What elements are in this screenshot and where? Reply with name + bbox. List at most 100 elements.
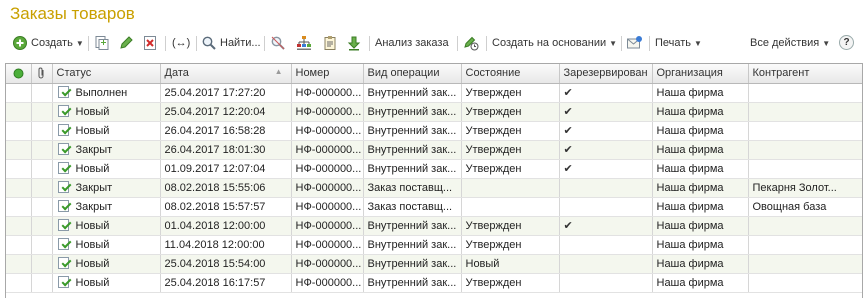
column-header-status[interactable]: Статус [52,64,161,84]
toolbar-divider [486,36,487,51]
operation-cell: Внутренний зак... [363,254,462,274]
cancel-search-button[interactable] [270,34,286,52]
date-cell: 08.02.2018 15:57:57 [160,197,292,217]
row-marker-cell [6,254,32,274]
status-cell: Закрыт [52,197,161,217]
status-value: Закрыт [75,200,113,213]
posted-document-icon [57,181,72,194]
column-header-counterparty[interactable]: Контрагент [748,64,862,84]
all-actions-button[interactable]: Все действия ▼ [750,34,830,52]
posted-document-icon [57,257,72,270]
table-row[interactable]: Закрыт 26.04.2017 18:01:30 НФ-000000... Вну… [6,140,862,160]
date-cell: 26.04.2017 16:58:28 [160,121,292,141]
toolbar-divider [165,36,166,51]
reserved-cell: ✔ [559,216,653,236]
organization-cell: Наша фирма [652,197,749,217]
column-header-number[interactable]: Номер [291,64,364,84]
reserved-cell [559,235,653,255]
create-button[interactable]: Создать ▼ [12,34,84,52]
row-attachment-cell [31,178,53,198]
edit-button[interactable] [118,34,134,52]
row-marker-cell [6,235,32,255]
operation-cell: Заказ поставщ... [363,178,462,198]
reserved-cell [559,254,653,274]
journal-button[interactable] [322,34,338,52]
status-value: Новый [75,219,110,232]
send-email-button[interactable] [626,34,642,52]
status-value: Выполнен [75,86,128,99]
toolbar-divider [88,36,89,51]
column-header-attachment[interactable] [31,64,53,84]
organization-cell: Наша фирма [652,121,749,141]
help-button[interactable]: ? [839,35,854,50]
operation-cell: Внутренний зак... [363,216,462,236]
state-cell: Утвержден [461,159,560,179]
column-header-organization[interactable]: Организация [652,64,749,84]
print-button[interactable]: Печать ▼ [655,34,702,52]
table-row[interactable]: Новый 25.04.2017 12:20:04 НФ-000000... Внут… [6,102,862,122]
row-marker-cell [6,159,32,179]
number-cell: НФ-000000... [291,178,364,198]
counterparty-cell: Овощная база [748,197,862,217]
orders-table: Статус Дата ▲ Номер Вид операции Состоян… [5,63,863,298]
number-cell: НФ-000000... [291,235,364,255]
column-header-icon[interactable] [6,64,32,84]
envelope-icon [627,36,642,49]
paperclip-icon [38,67,44,79]
order-analysis-button[interactable]: Анализ заказа [375,34,449,52]
organization-cell: Наша фирма [652,235,749,255]
number-cell: НФ-000000... [291,216,364,236]
row-attachment-cell [31,216,53,236]
column-header-operation[interactable]: Вид операции [363,64,462,84]
find-label: Найти... [220,37,261,49]
table-row[interactable]: Новый 25.04.2018 15:54:00 НФ-000000... Внут… [6,254,862,274]
number-cell: НФ-000000... [291,121,364,141]
state-cell: Новый [461,254,560,274]
copy-button[interactable] [94,34,110,52]
row-marker-cell [6,140,32,160]
counterparty-cell [748,159,862,179]
table-row[interactable]: Закрыт 08.02.2018 15:57:57 НФ-000000... Зак… [6,197,862,217]
state-cell: Утвержден [461,235,560,255]
delete-button[interactable] [142,34,158,52]
number-cell: НФ-000000... [291,140,364,160]
table-row[interactable]: Новый 11.04.2018 12:00:00 НФ-000000... Внут… [6,235,862,255]
status-cell: Новый [52,235,161,255]
column-header-reserved[interactable]: Зарезервирован [559,64,653,84]
operation-cell: Внутренний зак... [363,273,462,293]
table-row[interactable]: Закрыт 08.02.2018 15:55:06 НФ-000000... Зак… [6,178,862,198]
table-row[interactable]: Новый 01.04.2018 12:00:00 НФ-000000... Внут… [6,216,862,236]
status-value: Новый [75,124,110,137]
number-cell: НФ-000000... [291,159,364,179]
table-row[interactable]: Выполнен 25.04.2017 17:27:20 НФ-000000... В… [6,83,862,103]
post-button[interactable] [346,34,362,52]
table-row[interactable]: Новый 25.04.2018 16:17:57 НФ-000000... Внут… [6,273,862,293]
find-button[interactable]: Найти... [201,34,261,52]
table-row[interactable]: Новый 01.09.2017 12:07:04 НФ-000000... Внут… [6,159,862,179]
reserved-cell: ✔ [559,102,653,122]
sort-ascending-icon: ▲ [274,67,283,77]
number-cell: НФ-000000... [291,83,364,103]
chevron-down-icon: ▼ [609,38,618,48]
row-attachment-cell [31,102,53,122]
date-cell: 25.04.2017 17:27:20 [160,83,292,103]
period-button[interactable]: (↔) [172,34,190,52]
column-header-state[interactable]: Состояние [461,64,560,84]
posted-document-icon [57,200,72,213]
toolbar-divider [264,36,265,51]
row-marker-cell [6,178,32,198]
history-button[interactable] [463,34,479,52]
number-cell: НФ-000000... [291,273,364,293]
order-analysis-label: Анализ заказа [375,37,449,49]
column-header-date[interactable]: Дата ▲ [160,64,292,84]
status-value: Новый [75,105,110,118]
date-cell: 08.02.2018 15:55:06 [160,178,292,198]
create-based-on-button[interactable]: Создать на основании ▼ [492,34,617,52]
status-cell: Новый [52,216,161,236]
chevron-down-icon: ▼ [75,38,84,48]
reserved-cell: ✔ [559,140,653,160]
counterparty-cell [748,273,862,293]
table-row[interactable]: Новый 26.04.2017 16:58:28 НФ-000000... Внут… [6,121,862,141]
structure-button[interactable] [296,34,312,52]
posted-document-icon [57,276,72,289]
